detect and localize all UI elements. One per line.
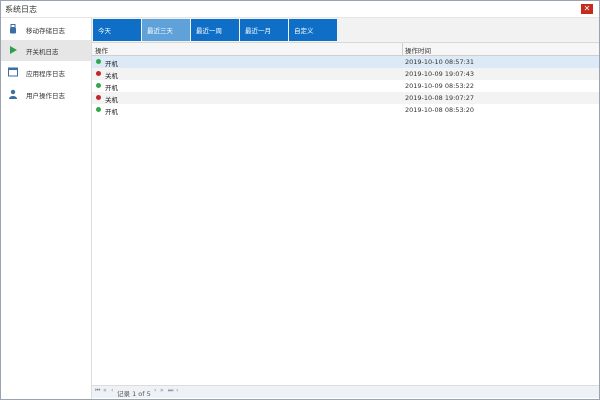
tab-label: 最近一周 xyxy=(196,27,222,35)
table-row[interactable]: 开机 2019-10-10 08:57:31 xyxy=(92,56,599,68)
system-log-window: 系统日志 ✕ 移动存储日志 开关机日志 应用程序日志 用户操作日志 今天 最近三… xyxy=(0,0,600,400)
tab-last-week[interactable]: 最近一周 xyxy=(191,19,239,41)
next-page-group-button[interactable]: » xyxy=(160,387,164,394)
column-header-operation[interactable]: 操作 xyxy=(95,45,108,55)
operation-cell: 开机 xyxy=(105,84,118,92)
sidebar: 移动存储日志 开关机日志 应用程序日志 用户操作日志 xyxy=(1,18,92,399)
user-icon xyxy=(9,89,17,99)
last-page-button[interactable]: ⏭ xyxy=(168,387,173,395)
power-off-status-icon xyxy=(96,71,101,76)
sidebar-item-label: 开关机日志 xyxy=(26,48,59,56)
play-icon xyxy=(10,46,17,54)
date-range-tabs: 今天 最近三天 最近一周 最近一月 自定义 xyxy=(92,18,599,43)
table-row[interactable]: 关机 2019-10-08 19:07:27 xyxy=(92,92,599,104)
tab-today[interactable]: 今天 xyxy=(93,19,141,41)
sidebar-item-usb-log[interactable]: 移动存储日志 xyxy=(1,19,91,40)
operation-cell: 关机 xyxy=(105,72,118,80)
operation-cell: 关机 xyxy=(105,96,118,104)
next-page-button[interactable]: › xyxy=(154,387,156,394)
sidebar-item-label: 用户操作日志 xyxy=(26,92,65,100)
time-cell: 2019-10-09 19:07:43 xyxy=(405,70,475,78)
close-button[interactable]: ✕ xyxy=(581,4,593,14)
tab-label: 今天 xyxy=(98,27,111,35)
table-row[interactable]: 关机 2019-10-09 19:07:43 xyxy=(92,68,599,80)
table-header: 操作 操作时间 xyxy=(92,43,599,56)
tab-label: 最近三天 xyxy=(147,27,173,35)
first-page-button[interactable]: ⏮ xyxy=(95,387,100,395)
operation-cell: 开机 xyxy=(105,60,118,68)
sidebar-item-user-log[interactable]: 用户操作日志 xyxy=(1,84,91,105)
sidebar-item-power-log[interactable]: 开关机日志 xyxy=(1,40,91,61)
tab-last-three-days[interactable]: 最近三天 xyxy=(142,19,190,41)
column-divider[interactable] xyxy=(402,43,403,55)
usb-icon xyxy=(10,24,16,34)
power-off-status-icon xyxy=(96,95,101,100)
tab-last-month[interactable]: 最近一月 xyxy=(240,19,288,41)
time-cell: 2019-10-08 19:07:27 xyxy=(405,94,475,102)
time-cell: 2019-10-10 08:57:31 xyxy=(405,58,475,66)
tab-label: 最近一月 xyxy=(245,27,271,35)
prev-page-button[interactable]: ‹ xyxy=(111,387,113,394)
title-bar: 系统日志 ✕ xyxy=(1,1,599,18)
tab-label: 自定义 xyxy=(294,27,314,35)
operation-cell: 开机 xyxy=(105,108,118,116)
column-header-time[interactable]: 操作时间 xyxy=(405,45,431,55)
time-cell: 2019-10-08 08:53:20 xyxy=(405,106,475,114)
application-window-icon xyxy=(8,67,18,77)
power-on-status-icon xyxy=(96,83,101,88)
prev-page-group-button[interactable]: « xyxy=(103,387,107,394)
sidebar-item-label: 移动存储日志 xyxy=(26,27,65,35)
tab-custom[interactable]: 自定义 xyxy=(289,19,337,41)
table-row[interactable]: 开机 2019-10-08 08:53:20 xyxy=(92,104,599,116)
sidebar-item-label: 应用程序日志 xyxy=(26,70,65,78)
window-title: 系统日志 xyxy=(5,5,37,14)
power-on-status-icon xyxy=(96,59,101,64)
sidebar-item-app-log[interactable]: 应用程序日志 xyxy=(1,62,91,83)
time-cell: 2019-10-09 08:53:22 xyxy=(405,82,475,90)
pager: ⏮ « ‹ 记录 1 of 5 › » ⏭ ‹ xyxy=(92,385,599,398)
extra-nav-button[interactable]: ‹ xyxy=(176,387,178,394)
power-on-status-icon xyxy=(96,107,101,112)
table-row[interactable]: 开机 2019-10-09 08:53:22 xyxy=(92,80,599,92)
record-count: 记录 1 of 5 xyxy=(117,390,151,398)
